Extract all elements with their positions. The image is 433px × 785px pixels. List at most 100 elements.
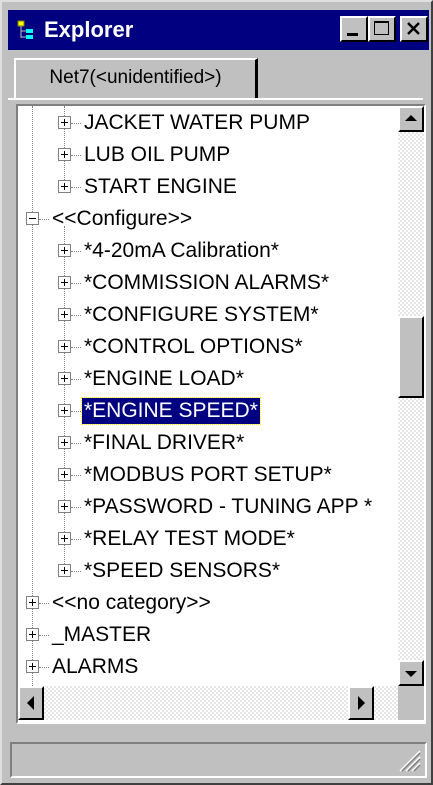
tree-branch-line xyxy=(71,123,81,124)
arrow-down-icon xyxy=(405,671,417,677)
tree-node-label[interactable]: *MODBUS PORT SETUP* xyxy=(82,462,334,488)
minimize-icon xyxy=(347,33,358,36)
plus-box-icon[interactable] xyxy=(58,532,71,545)
plus-box-icon[interactable] xyxy=(58,244,71,257)
tree-node-label[interactable]: *4-20mA Calibration* xyxy=(82,238,281,264)
tree-node-label[interactable]: *CONTROL OPTIONS* xyxy=(82,334,305,360)
tree-node[interactable]: *PASSWORD - TUNING APP * xyxy=(18,492,398,524)
tree-branch-line xyxy=(71,571,81,572)
tree-node-label[interactable]: <<Configure>> xyxy=(50,206,194,232)
tree-node[interactable]: START ENGINE xyxy=(18,172,398,204)
scroll-right-button[interactable] xyxy=(348,686,374,720)
explorer-tree-icon xyxy=(17,20,33,39)
maximize-icon xyxy=(374,21,389,35)
tab-divider xyxy=(8,98,423,100)
tree-node-label[interactable]: ALARMS xyxy=(50,654,140,680)
tree-branch-line xyxy=(71,379,81,380)
tree-branch-line xyxy=(39,667,49,668)
tree-node[interactable]: *CONTROL OPTIONS* xyxy=(18,332,398,364)
scroll-down-button[interactable] xyxy=(398,660,424,686)
scroll-left-button[interactable] xyxy=(18,686,44,720)
tree-node-label[interactable]: <<no category>> xyxy=(50,590,213,616)
tree-branch-line xyxy=(71,539,81,540)
tree-node[interactable]: <<Configure>> xyxy=(18,204,398,236)
close-icon xyxy=(407,22,420,35)
plus-box-icon[interactable] xyxy=(58,372,71,385)
tree-node-label[interactable]: _MASTER xyxy=(50,622,153,648)
tree-node-label[interactable]: LUB OIL PUMP xyxy=(82,142,232,168)
tree-node[interactable]: <<no category>> xyxy=(18,588,398,620)
tab-strip: Net7(<unidentified>) xyxy=(8,50,429,98)
tree-node[interactable]: _MASTER xyxy=(18,620,398,652)
maximize-button[interactable] xyxy=(368,16,396,42)
tree-branch-line xyxy=(71,155,81,156)
tab-net7[interactable]: Net7(<unidentified>) xyxy=(14,58,258,98)
tree-branch-line xyxy=(71,443,81,444)
tree-branch-line xyxy=(71,347,81,348)
arrow-up-icon xyxy=(405,115,417,121)
plus-box-icon[interactable] xyxy=(58,468,71,481)
tree-node[interactable]: *MODBUS PORT SETUP* xyxy=(18,460,398,492)
arrow-left-icon xyxy=(27,696,34,710)
tree-node-label[interactable]: *PASSWORD - TUNING APP * xyxy=(82,494,374,520)
tree-node[interactable]: *COMMISSION ALARMS* xyxy=(18,268,398,300)
plus-box-icon[interactable] xyxy=(26,596,39,609)
plus-box-icon[interactable] xyxy=(58,116,71,129)
vertical-scroll-thumb[interactable] xyxy=(398,316,424,398)
vertical-scrollbar[interactable] xyxy=(398,106,424,686)
tree-node-label[interactable]: *ENGINE SPEED* xyxy=(81,397,261,425)
tree-node-label[interactable]: *COMMISSION ALARMS* xyxy=(82,270,331,296)
tree-node[interactable]: *RELAY TEST MODE* xyxy=(18,524,398,556)
scroll-corner xyxy=(398,686,424,720)
tree-node[interactable]: *4-20mA Calibration* xyxy=(18,236,398,268)
tree-node[interactable]: *ENGINE SPEED* xyxy=(18,396,398,428)
tree-branch-line xyxy=(71,411,81,412)
plus-box-icon[interactable] xyxy=(26,628,39,641)
explorer-window: Explorer Net7(<unidentified>) JACKET WAT… xyxy=(0,0,433,785)
scroll-up-button[interactable] xyxy=(398,106,424,132)
horizontal-scrollbar[interactable] xyxy=(18,686,398,720)
title-bar[interactable]: Explorer xyxy=(8,10,429,50)
tree-node-label[interactable]: *FINAL DRIVER* xyxy=(82,430,246,456)
tree-branch-line xyxy=(71,283,81,284)
tree-node[interactable]: JACKET WATER PUMP xyxy=(18,108,398,140)
plus-box-icon[interactable] xyxy=(58,276,71,289)
tree-node-label[interactable]: *ENGINE LOAD* xyxy=(82,366,246,392)
plus-box-icon[interactable] xyxy=(58,500,71,513)
status-bar xyxy=(8,740,429,780)
plus-box-icon[interactable] xyxy=(58,148,71,161)
size-grip-icon[interactable] xyxy=(395,746,421,772)
tree-node[interactable]: ALARMS xyxy=(18,652,398,684)
tree-node-label[interactable]: *CONFIGURE SYSTEM* xyxy=(82,302,321,328)
minimize-button[interactable] xyxy=(340,16,368,42)
close-button[interactable] xyxy=(400,16,428,42)
plus-box-icon[interactable] xyxy=(58,564,71,577)
tree-node-label[interactable]: *SPEED SENSORS* xyxy=(82,558,282,584)
tree-branch-line xyxy=(39,603,49,604)
tree-node[interactable]: *ENGINE LOAD* xyxy=(18,364,398,396)
tree-view-frame: JACKET WATER PUMP LUB OIL PUMP START ENGIN… xyxy=(16,104,426,724)
tree-node-label[interactable]: *RELAY TEST MODE* xyxy=(82,526,297,552)
arrow-right-icon xyxy=(358,696,365,710)
tree-node-label[interactable]: START ENGINE xyxy=(82,174,239,200)
tree-branch-line xyxy=(71,507,81,508)
tree-branch-line xyxy=(39,635,49,636)
tree-branch-line xyxy=(71,251,81,252)
tree-node[interactable]: LUB OIL PUMP xyxy=(18,140,398,172)
tree-branch-line xyxy=(71,187,81,188)
plus-box-icon[interactable] xyxy=(58,436,71,449)
plus-box-icon[interactable] xyxy=(58,308,71,321)
tree-view[interactable]: JACKET WATER PUMP LUB OIL PUMP START ENGIN… xyxy=(18,106,398,686)
tree-branch-line xyxy=(71,315,81,316)
tree-node-label[interactable]: JACKET WATER PUMP xyxy=(82,110,312,136)
plus-box-icon[interactable] xyxy=(26,660,39,673)
minus-box-icon[interactable] xyxy=(26,212,39,225)
tree-node[interactable]: *SPEED SENSORS* xyxy=(18,556,398,588)
tree-node[interactable]: *CONFIGURE SYSTEM* xyxy=(18,300,398,332)
status-panel xyxy=(10,742,427,778)
tree-node[interactable]: *FINAL DRIVER* xyxy=(18,428,398,460)
plus-box-icon[interactable] xyxy=(58,340,71,353)
tree-branch-line xyxy=(39,219,49,220)
plus-box-icon[interactable] xyxy=(58,180,71,193)
plus-box-icon[interactable] xyxy=(58,404,71,417)
